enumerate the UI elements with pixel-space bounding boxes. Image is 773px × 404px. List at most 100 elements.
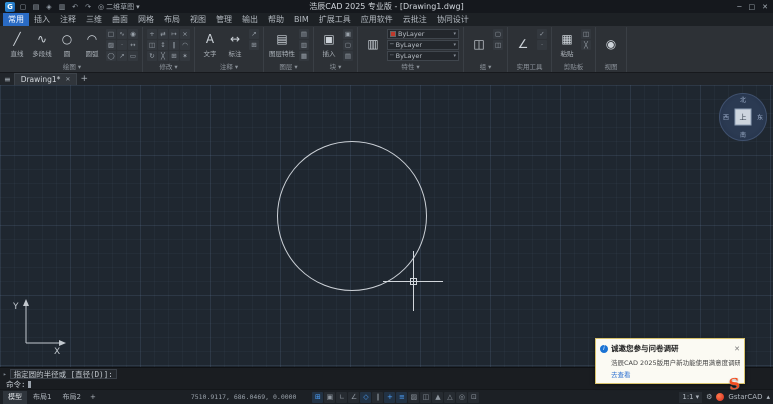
view-button[interactable]: ◉ bbox=[600, 37, 622, 52]
notification-close-button[interactable]: ✕ bbox=[734, 345, 740, 353]
document-tab[interactable]: Drawing1* ✕ bbox=[13, 73, 78, 85]
fillet-icon[interactable]: ◠ bbox=[180, 39, 190, 50]
property-dropdown[interactable]: ┄ ByLayer ▾ bbox=[387, 50, 459, 61]
new-tab-button[interactable]: + bbox=[80, 74, 88, 84]
toggle-ortho[interactable]: ∟ bbox=[336, 391, 348, 403]
create-block-icon[interactable]: ▣ bbox=[343, 28, 353, 39]
maximize-button[interactable]: □ bbox=[749, 3, 756, 11]
text-button[interactable]: A 文字 bbox=[199, 32, 221, 58]
hatch-icon[interactable]: ▨ bbox=[106, 39, 116, 50]
rotate-icon[interactable]: ↻ bbox=[147, 50, 157, 61]
explode-icon[interactable]: ✶ bbox=[180, 50, 190, 61]
line-button[interactable]: ╱ 直线 bbox=[6, 32, 28, 58]
point-icon[interactable]: · bbox=[117, 39, 127, 50]
layer-isolate-icon[interactable]: ▥ bbox=[299, 39, 309, 50]
stretch-icon[interactable]: ↕ bbox=[158, 39, 168, 50]
undo-icon[interactable]: ↶ bbox=[70, 2, 80, 12]
gear-icon[interactable]: ⚙ bbox=[706, 393, 712, 401]
match-properties-button[interactable]: ▥ bbox=[362, 37, 384, 52]
workspace-switcher[interactable]: ◎ 二维草图 ▾ bbox=[98, 2, 140, 12]
quick-select-icon[interactable]: ✓ bbox=[537, 28, 547, 39]
polyline-button[interactable]: ∿ 多段线 bbox=[31, 32, 53, 58]
erase-icon[interactable]: × bbox=[180, 28, 190, 39]
close-icon[interactable]: ✕ bbox=[65, 76, 70, 83]
viewcube-west-label[interactable]: 西 bbox=[723, 113, 729, 122]
panel-label-group[interactable]: 组 ▾ bbox=[466, 62, 505, 72]
group-edit-icon[interactable]: ◫ bbox=[493, 39, 503, 50]
paste-button[interactable]: ▦ 粘贴 bbox=[556, 32, 578, 58]
move-icon[interactable]: + bbox=[147, 28, 157, 39]
cut-clip-icon[interactable]: ╳ bbox=[581, 39, 591, 50]
minimize-button[interactable]: ─ bbox=[737, 3, 741, 11]
toggle-snap[interactable]: ▣ bbox=[324, 391, 336, 403]
ungroup-icon[interactable]: ▢ bbox=[493, 28, 503, 39]
gstarcad-assistant-icon[interactable]: S bbox=[728, 374, 741, 393]
ribbon-tab-surface[interactable]: 曲面 bbox=[107, 13, 133, 26]
ribbon-tab-express[interactable]: 扩展工具 bbox=[314, 13, 356, 26]
viewcube-south-label[interactable]: 南 bbox=[740, 130, 746, 139]
panel-label-viewpanel[interactable]: 视图 bbox=[598, 62, 624, 72]
copy-icon[interactable]: ◫ bbox=[147, 39, 157, 50]
ribbon-tab-home[interactable]: 常用 bbox=[3, 13, 29, 26]
toggle-annotation-visibility[interactable]: ▲ bbox=[432, 391, 444, 403]
table-icon[interactable]: ⊞ bbox=[249, 39, 259, 50]
toggle-isolate-objects[interactable]: ◎ bbox=[456, 391, 468, 403]
ribbon-tab-cloud[interactable]: 云批注 bbox=[398, 13, 432, 26]
file-tabs-menu-icon[interactable]: ≡ bbox=[4, 75, 11, 84]
toggle-grid[interactable]: ⊞ bbox=[312, 391, 324, 403]
block-attribute-icon[interactable]: ▤ bbox=[343, 50, 353, 61]
viewcube-east-label[interactable]: 东 bbox=[757, 113, 763, 122]
viewcube-north-label[interactable]: 北 bbox=[740, 95, 746, 104]
ribbon-tab-bim[interactable]: BIM bbox=[289, 13, 314, 26]
ribbon-tab-manage[interactable]: 管理 bbox=[211, 13, 237, 26]
ribbon-tab-view[interactable]: 视图 bbox=[185, 13, 211, 26]
ribbon-tab-collab[interactable]: 协同设计 bbox=[432, 13, 474, 26]
toggle-otrack[interactable]: ∥ bbox=[372, 391, 384, 403]
panel-label-properties[interactable]: 特性 ▾ bbox=[360, 62, 461, 72]
point-id-icon[interactable]: · bbox=[537, 39, 547, 50]
drawn-circle[interactable] bbox=[277, 141, 427, 291]
toggle-transparency[interactable]: ▨ bbox=[408, 391, 420, 403]
arc-button[interactable]: ◠ 圆弧 bbox=[81, 32, 103, 58]
ellipse-icon[interactable]: ◯ bbox=[106, 50, 116, 61]
region-icon[interactable]: ▭ bbox=[128, 50, 138, 61]
panel-label-layers[interactable]: 图层 ▾ bbox=[266, 62, 311, 72]
property-dropdown[interactable]: ByLayer ▾ bbox=[387, 28, 459, 39]
layers-button[interactable]: ▤ 图层特性 bbox=[268, 32, 296, 58]
app-logo-icon[interactable]: G bbox=[5, 1, 15, 12]
print-icon[interactable]: ▥ bbox=[57, 2, 67, 12]
edit-block-icon[interactable]: ▢ bbox=[343, 39, 353, 50]
copy-clip-icon[interactable]: ◫ bbox=[581, 28, 591, 39]
open-icon[interactable]: ▤ bbox=[31, 2, 41, 12]
chevron-up-icon[interactable]: ▴ bbox=[766, 393, 770, 401]
layout-tab-model[interactable]: 模型 bbox=[3, 390, 27, 404]
panel-label-modify[interactable]: 修改 ▾ bbox=[145, 62, 192, 72]
ribbon-tab-output[interactable]: 输出 bbox=[237, 13, 263, 26]
toggle-polar[interactable]: ∠ bbox=[348, 391, 360, 403]
insert-block-button[interactable]: ▣ 插入 bbox=[318, 32, 340, 58]
redo-icon[interactable]: ↷ bbox=[83, 2, 93, 12]
ribbon-tab-layout[interactable]: 布局 bbox=[159, 13, 185, 26]
layout-tab-layout2[interactable]: 布局2 bbox=[57, 391, 85, 404]
ray-icon[interactable]: ↗ bbox=[117, 50, 127, 61]
add-layout-button[interactable]: + bbox=[87, 391, 99, 404]
trim-icon[interactable]: ╳ bbox=[158, 50, 168, 61]
close-button[interactable]: ✕ bbox=[762, 3, 768, 11]
ribbon-tab-3d[interactable]: 三维 bbox=[81, 13, 107, 26]
notification-link[interactable]: 去查看 bbox=[611, 369, 631, 379]
ribbon-tab-annotate[interactable]: 注释 bbox=[55, 13, 81, 26]
dimension-button[interactable]: ↔ 标注 bbox=[224, 32, 246, 58]
ribbon-tab-help[interactable]: 帮助 bbox=[263, 13, 289, 26]
toggle-auto-scale[interactable]: △ bbox=[444, 391, 456, 403]
panel-label-clipboard[interactable]: 剪贴板 bbox=[554, 62, 593, 72]
panel-label-draw[interactable]: 绘图 ▾ bbox=[4, 62, 140, 72]
construction-line-icon[interactable]: ↔ bbox=[128, 39, 138, 50]
property-dropdown[interactable]: ─ ByLayer ▾ bbox=[387, 39, 459, 50]
extend-icon[interactable]: ↦ bbox=[169, 28, 179, 39]
ribbon-tab-mesh[interactable]: 网格 bbox=[133, 13, 159, 26]
measure-button[interactable]: ∠ bbox=[512, 37, 534, 52]
toggle-lineweight[interactable]: ≡ bbox=[396, 391, 408, 403]
leader-icon[interactable]: ↗ bbox=[249, 28, 259, 39]
toggle-osnap[interactable]: ◇ bbox=[360, 391, 372, 403]
viewcube-top-face[interactable]: 上 bbox=[734, 108, 752, 126]
